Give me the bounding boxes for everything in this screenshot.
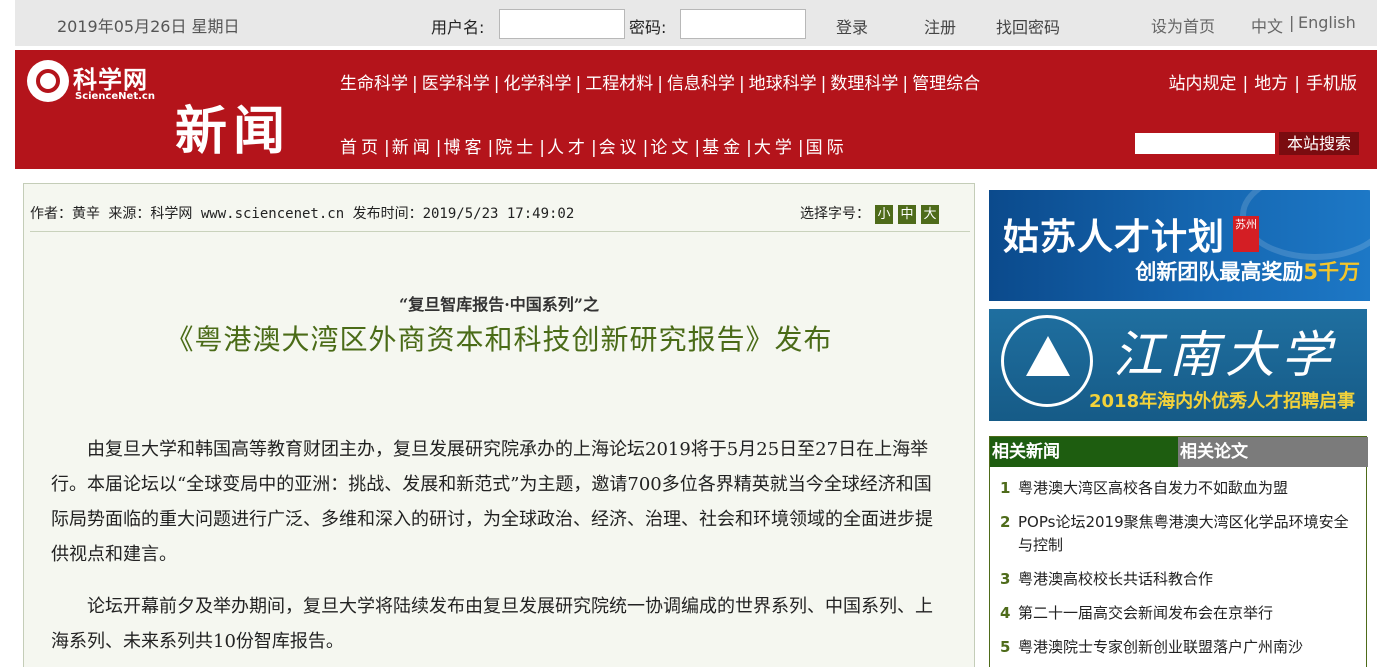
site-search-button[interactable]: 本站搜索 (1279, 132, 1359, 155)
lang-cn-link[interactable]: 中文 (1251, 13, 1283, 37)
nav-link[interactable]: 博客 (443, 138, 485, 158)
category-link[interactable]: 管理综合 (912, 74, 980, 94)
jiangnan-university-banner[interactable]: 江南大学 2018年海内外优秀人才招聘启事 (989, 309, 1367, 421)
font-size-selector: 选择字号： 小中大 (800, 203, 939, 224)
set-homepage-link[interactable]: 设为首页 (1151, 13, 1215, 37)
nav-link[interactable]: 人才 (547, 138, 589, 158)
banner-title: 江南大学 (1113, 326, 1337, 384)
nav-link[interactable]: 新闻 (392, 138, 434, 158)
article-meta: 作者：黄辛 来源：科学网 www.sciencenet.cn 发布时间：2019… (30, 206, 575, 222)
gusu-talent-banner[interactable]: 姑苏人才计划 苏州 创新团队最高奖励5千万 (989, 190, 1370, 301)
university-seal-icon (1001, 315, 1093, 407)
banner-badge: 苏州 (1233, 216, 1259, 252)
font-size-small-button[interactable]: 小 (875, 205, 893, 224)
section-title: 新闻 (175, 102, 292, 162)
mobile-link[interactable]: 手机版 (1306, 74, 1357, 94)
banner-subtitle: 创新团队最高奖励5千万 (1135, 260, 1360, 284)
site-rules-link[interactable]: 站内规定 (1169, 74, 1237, 94)
article-panel: 作者：黄辛 来源：科学网 www.sciencenet.cn 发布时间：2019… (23, 183, 975, 667)
banner-subtitle: 2018年海内外优秀人才招聘启事 (1089, 391, 1356, 412)
logo-emblem-icon (27, 60, 69, 102)
list-item[interactable]: 4 第二十一届高交会新闻发布会在京举行 (1000, 602, 1358, 625)
font-size-medium-button[interactable]: 中 (898, 205, 916, 224)
header-right-links: 站内规定 | 地方 | 手机版 (1168, 74, 1357, 94)
nav-link[interactable]: 会议 (599, 138, 641, 158)
item-number: 4 (1000, 604, 1011, 622)
article-body: 由复旦大学和韩国高等教育财团主办，复旦发展研究院承办的上海论坛2019将于5月2… (51, 432, 946, 667)
logo-text-en: ScienceNet.cn (75, 91, 155, 102)
login-link[interactable]: 登录 (836, 14, 868, 38)
nav-link[interactable]: 基金 (702, 138, 744, 158)
font-size-large-button[interactable]: 大 (921, 205, 939, 224)
nav-link[interactable]: 国际 (806, 138, 848, 158)
password-input[interactable] (680, 9, 806, 39)
item-number: 1 (1000, 479, 1011, 497)
article-paragraph: 由复旦大学和韩国高等教育财团主办，复旦发展研究院承办的上海论坛2019将于5月2… (51, 439, 933, 565)
related-panel: 相关新闻 相关论文 1 粤港澳大湾区高校各自发力不如歃血为盟 2 POPs论坛201… (989, 436, 1368, 667)
article-paragraph: 论坛开幕前夕及举办期间，复旦大学将陆续发布由复旦发展研究院统一协调编成的世界系列… (51, 596, 933, 652)
item-title[interactable]: 第二十一届高交会新闻发布会在京举行 (1018, 604, 1273, 622)
nav-link[interactable]: 院士 (495, 138, 537, 158)
category-link[interactable]: 数理科学 (830, 74, 898, 94)
list-item[interactable]: 2 POPs论坛2019聚焦粤港澳大湾区化学品环境安全与控制 (1000, 511, 1358, 557)
item-title[interactable]: 粤港澳高校校长共话科教合作 (1018, 570, 1213, 588)
nav-link[interactable]: 论文 (650, 138, 692, 158)
nav-link[interactable]: 首页 (340, 138, 382, 158)
item-title[interactable]: POPs论坛2019聚焦粤港澳大湾区化学品环境安全与控制 (1018, 513, 1349, 554)
register-link[interactable]: 注册 (924, 14, 956, 38)
article-headline: 《粤港澳大湾区外商资本和科技创新研究报告》发布 (165, 323, 833, 356)
related-tabs: 相关新闻 相关论文 (990, 437, 1368, 467)
password-label: 密码: (629, 18, 667, 37)
item-title[interactable]: 粤港澳大湾区高校各自发力不如歃血为盟 (1018, 479, 1288, 497)
site-search-input[interactable] (1135, 133, 1275, 154)
top-bar: 2019年05月26日 星期日 用户名: 密码: 登录 注册 找回密码 设为首页… (15, 0, 1377, 46)
username-input[interactable] (499, 9, 625, 39)
category-link[interactable]: 化学科学 (503, 74, 571, 94)
logo-text-cn: 科学网 (73, 66, 148, 94)
item-number: 2 (1000, 513, 1011, 531)
list-item[interactable]: 5 粤港澳院士专家创新创业联盟落户广州南沙 (1000, 636, 1358, 659)
lang-separator: | (1289, 13, 1295, 32)
category-link[interactable]: 医学科学 (422, 74, 490, 94)
nav-link[interactable]: 大学 (754, 138, 796, 158)
category-link[interactable]: 生命科学 (340, 74, 408, 94)
font-size-label: 选择字号： (800, 206, 870, 222)
item-number: 5 (1000, 638, 1011, 656)
site-header: 科学网 ScienceNet.cn 新闻 生命科学 | 医学科学 | 化学科学 | 工程材料… (15, 50, 1377, 169)
item-title[interactable]: 粤港澳院士专家创新创业联盟落户广州南沙 (1018, 638, 1303, 656)
lang-en-link[interactable]: English (1298, 13, 1356, 32)
meta-divider (30, 231, 970, 232)
username-label: 用户名: (431, 18, 485, 37)
category-link[interactable]: 工程材料 (585, 74, 653, 94)
category-link[interactable]: 地球科学 (749, 74, 817, 94)
tab-related-papers[interactable]: 相关论文 (1178, 437, 1368, 467)
related-news-list: 1 粤港澳大湾区高校各自发力不如歃血为盟 2 POPs论坛2019聚焦粤港澳大湾区化… (990, 467, 1366, 659)
category-link[interactable]: 信息科学 (667, 74, 735, 94)
recover-password-link[interactable]: 找回密码 (996, 14, 1060, 38)
tab-related-news[interactable]: 相关新闻 (990, 437, 1178, 467)
local-link[interactable]: 地方 (1254, 74, 1288, 94)
main-nav: 首页 | 新闻 | 博客 | 院士 | 人才 | 会议 | 论文 | 基金 | 大学 | 国际 (340, 138, 848, 158)
list-item[interactable]: 3 粤港澳高校校长共话科教合作 (1000, 568, 1358, 591)
bridge-graphic-icon (1240, 190, 1370, 260)
item-number: 3 (1000, 570, 1011, 588)
current-date: 2019年05月26日 星期日 (57, 17, 240, 36)
category-nav: 生命科学 | 医学科学 | 化学科学 | 工程材料 | 信息科学 | 地球科学 | 数理科学 | 管理综合 (340, 74, 981, 94)
article-subtitle: “复旦智库报告·中国系列”之 (399, 295, 599, 314)
list-item[interactable]: 1 粤港澳大湾区高校各自发力不如歃血为盟 (1000, 477, 1358, 500)
banner-title: 姑苏人才计划 (1003, 217, 1226, 258)
sciencenet-logo[interactable]: 科学网 ScienceNet.cn (27, 58, 167, 108)
